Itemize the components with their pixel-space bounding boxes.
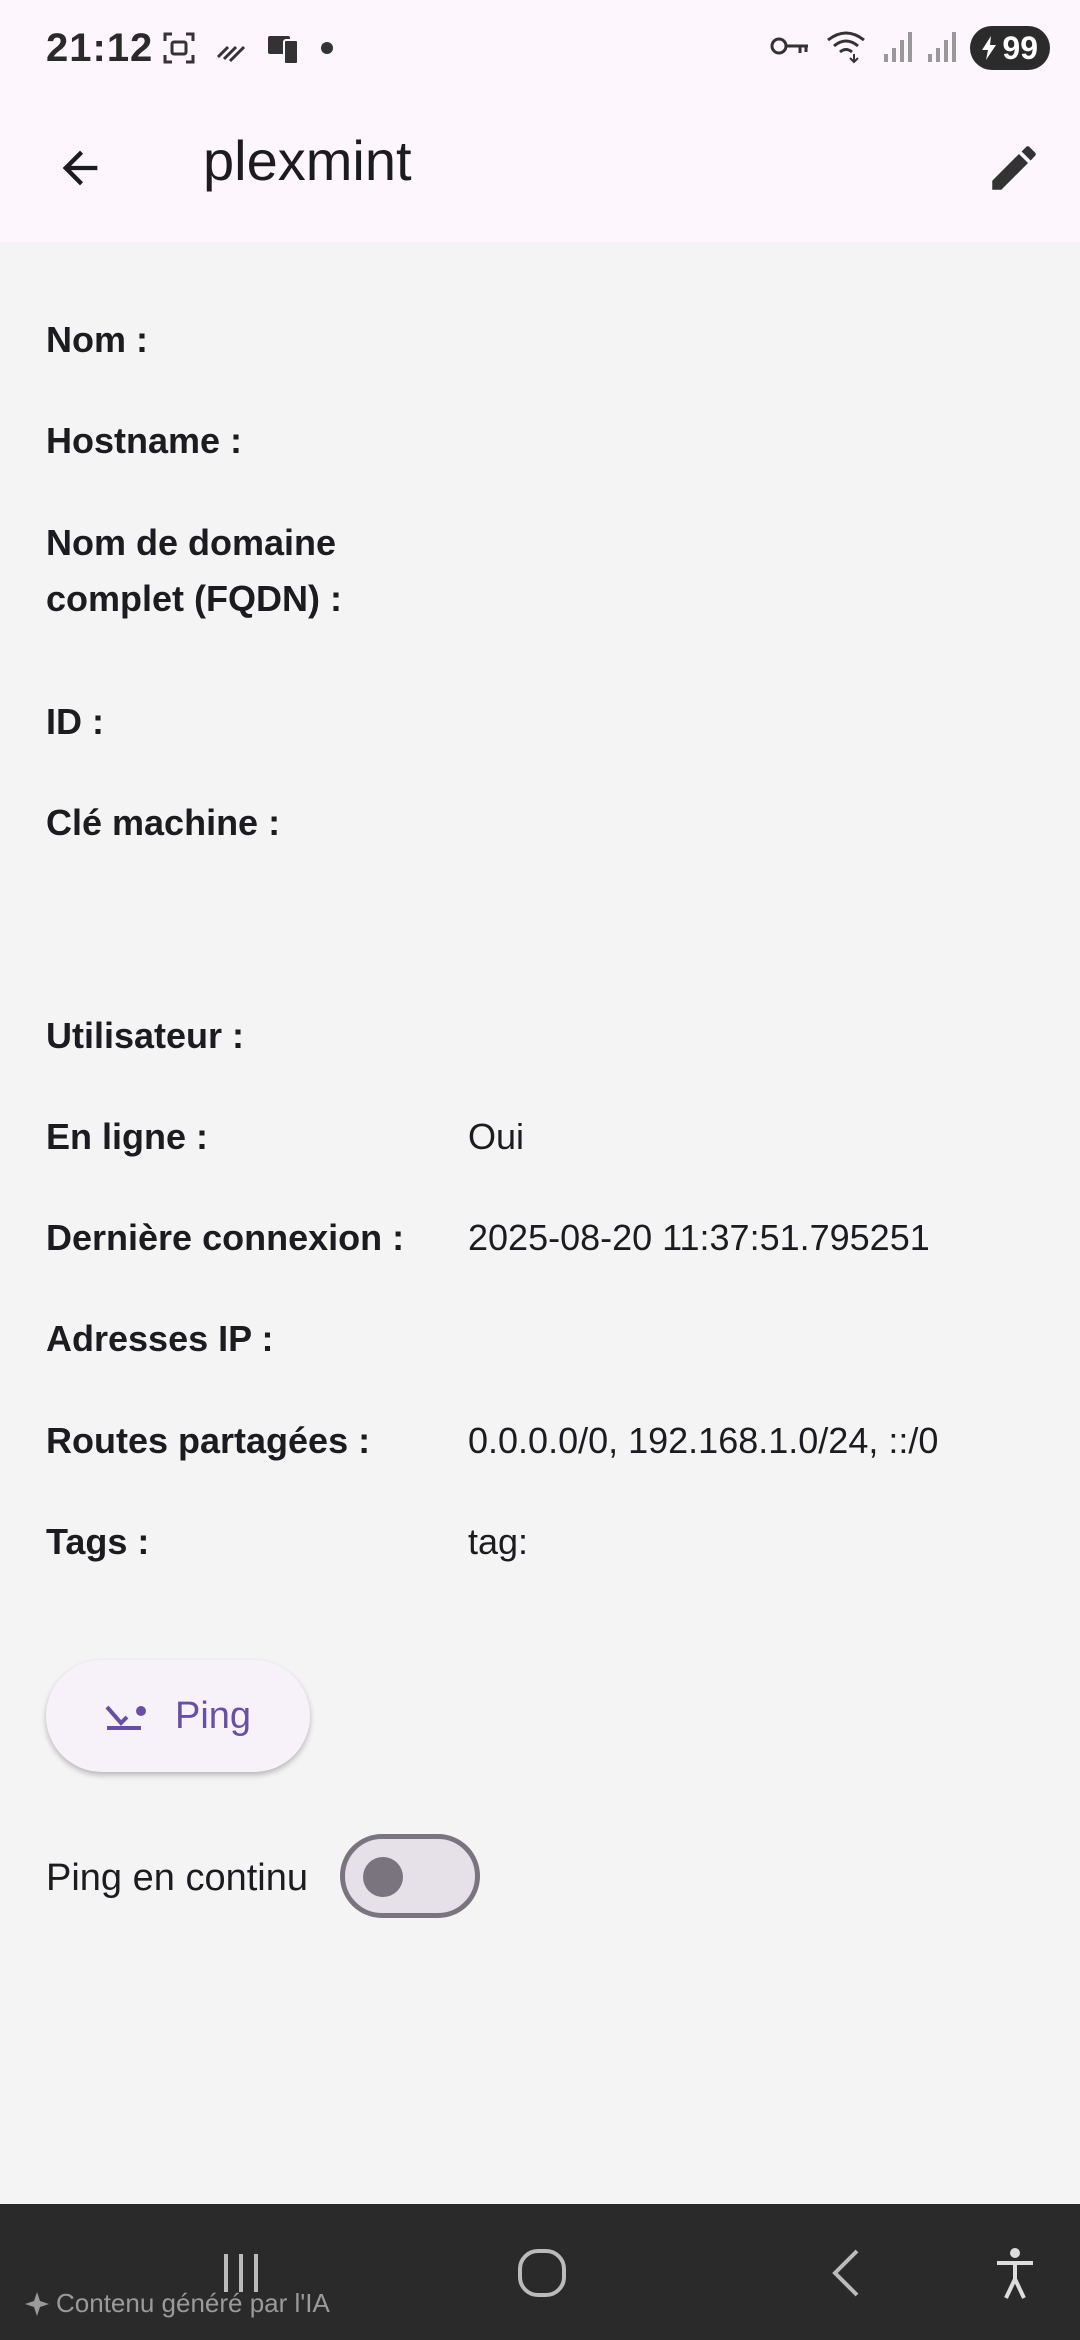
screenshot-icon xyxy=(162,31,196,70)
edit-pencil-icon xyxy=(992,146,1036,190)
detail-label: Clé machine : xyxy=(46,802,281,843)
edit-button[interactable] xyxy=(978,132,1050,204)
app-bar: plexmint xyxy=(0,100,1080,242)
back-button[interactable] xyxy=(44,132,116,204)
continuous-ping-toggle[interactable] xyxy=(340,1834,480,1918)
detail-label: Utilisateur : xyxy=(46,1015,245,1056)
accessibility-icon xyxy=(997,2248,1033,2299)
battery-level: 99 xyxy=(1002,29,1038,66)
status-time: 21:12 xyxy=(46,26,154,70)
ai-note-text: Contenu généré par l'IA xyxy=(56,2288,330,2318)
home-icon xyxy=(518,2249,566,2297)
nav-back-button[interactable] xyxy=(800,2228,890,2318)
detail-label: Hostname : xyxy=(46,420,243,461)
detail-label: Adresses IP : xyxy=(46,1318,274,1359)
back-icon xyxy=(832,2249,859,2297)
ping-icon xyxy=(105,1705,146,1730)
detail-label: Nom de domaine complet (FQDN) : xyxy=(46,522,342,619)
detail-value: tag: xyxy=(468,1521,529,1562)
signal-icon xyxy=(882,30,913,67)
screen: 21:12 99 plexmint Nom: Hostname: Nom d… xyxy=(0,0,1080,2340)
device-icon xyxy=(266,30,302,71)
cast-icon xyxy=(214,33,248,68)
detail-label: Dernière connexion : xyxy=(46,1217,405,1258)
accessibility-button[interactable] xyxy=(970,2228,1060,2318)
ping-button[interactable]: Ping xyxy=(46,1660,310,1772)
signal-icon xyxy=(926,30,957,67)
sparkle-icon xyxy=(25,2291,49,2316)
ping-button-label: Ping xyxy=(174,1694,252,1737)
continuous-ping-label: Ping en continu xyxy=(46,1857,308,1899)
home-button[interactable] xyxy=(497,2228,587,2318)
charging-bolt-icon xyxy=(982,36,997,60)
detail-value: 2025-08-20 11:37:51.795251 xyxy=(468,1217,930,1258)
device-details: Nom : Hostname : Nom de domaine complet … xyxy=(0,242,1080,2204)
wifi-icon xyxy=(824,28,868,69)
detail-label: Nom : xyxy=(46,319,148,360)
detail-label: Routes partagées : xyxy=(46,1420,371,1461)
system-nav-bar xyxy=(0,2204,1080,2340)
status-bar: 21:12 99 xyxy=(0,0,1080,100)
status-right-icons: 99 xyxy=(770,26,1050,70)
page-title: plexmint xyxy=(203,129,412,192)
ai-generated-note: Contenu généré par l'IA xyxy=(24,2288,330,2319)
detail-label: En ligne : xyxy=(46,1116,208,1157)
battery-indicator: 99 xyxy=(970,26,1050,70)
arrow-back-icon xyxy=(62,150,98,186)
detail-label: ID : xyxy=(46,701,104,742)
dot-icon xyxy=(320,41,334,60)
detail-label: Tags : xyxy=(46,1521,150,1562)
toggle-knob xyxy=(363,1857,403,1897)
detail-value: Oui xyxy=(468,1116,525,1157)
detail-value: 0.0.0.0/0, 192.168.1.0/24, ::/0 xyxy=(468,1420,939,1461)
vpn-key-icon xyxy=(770,34,810,63)
status-left-icons xyxy=(162,30,334,71)
